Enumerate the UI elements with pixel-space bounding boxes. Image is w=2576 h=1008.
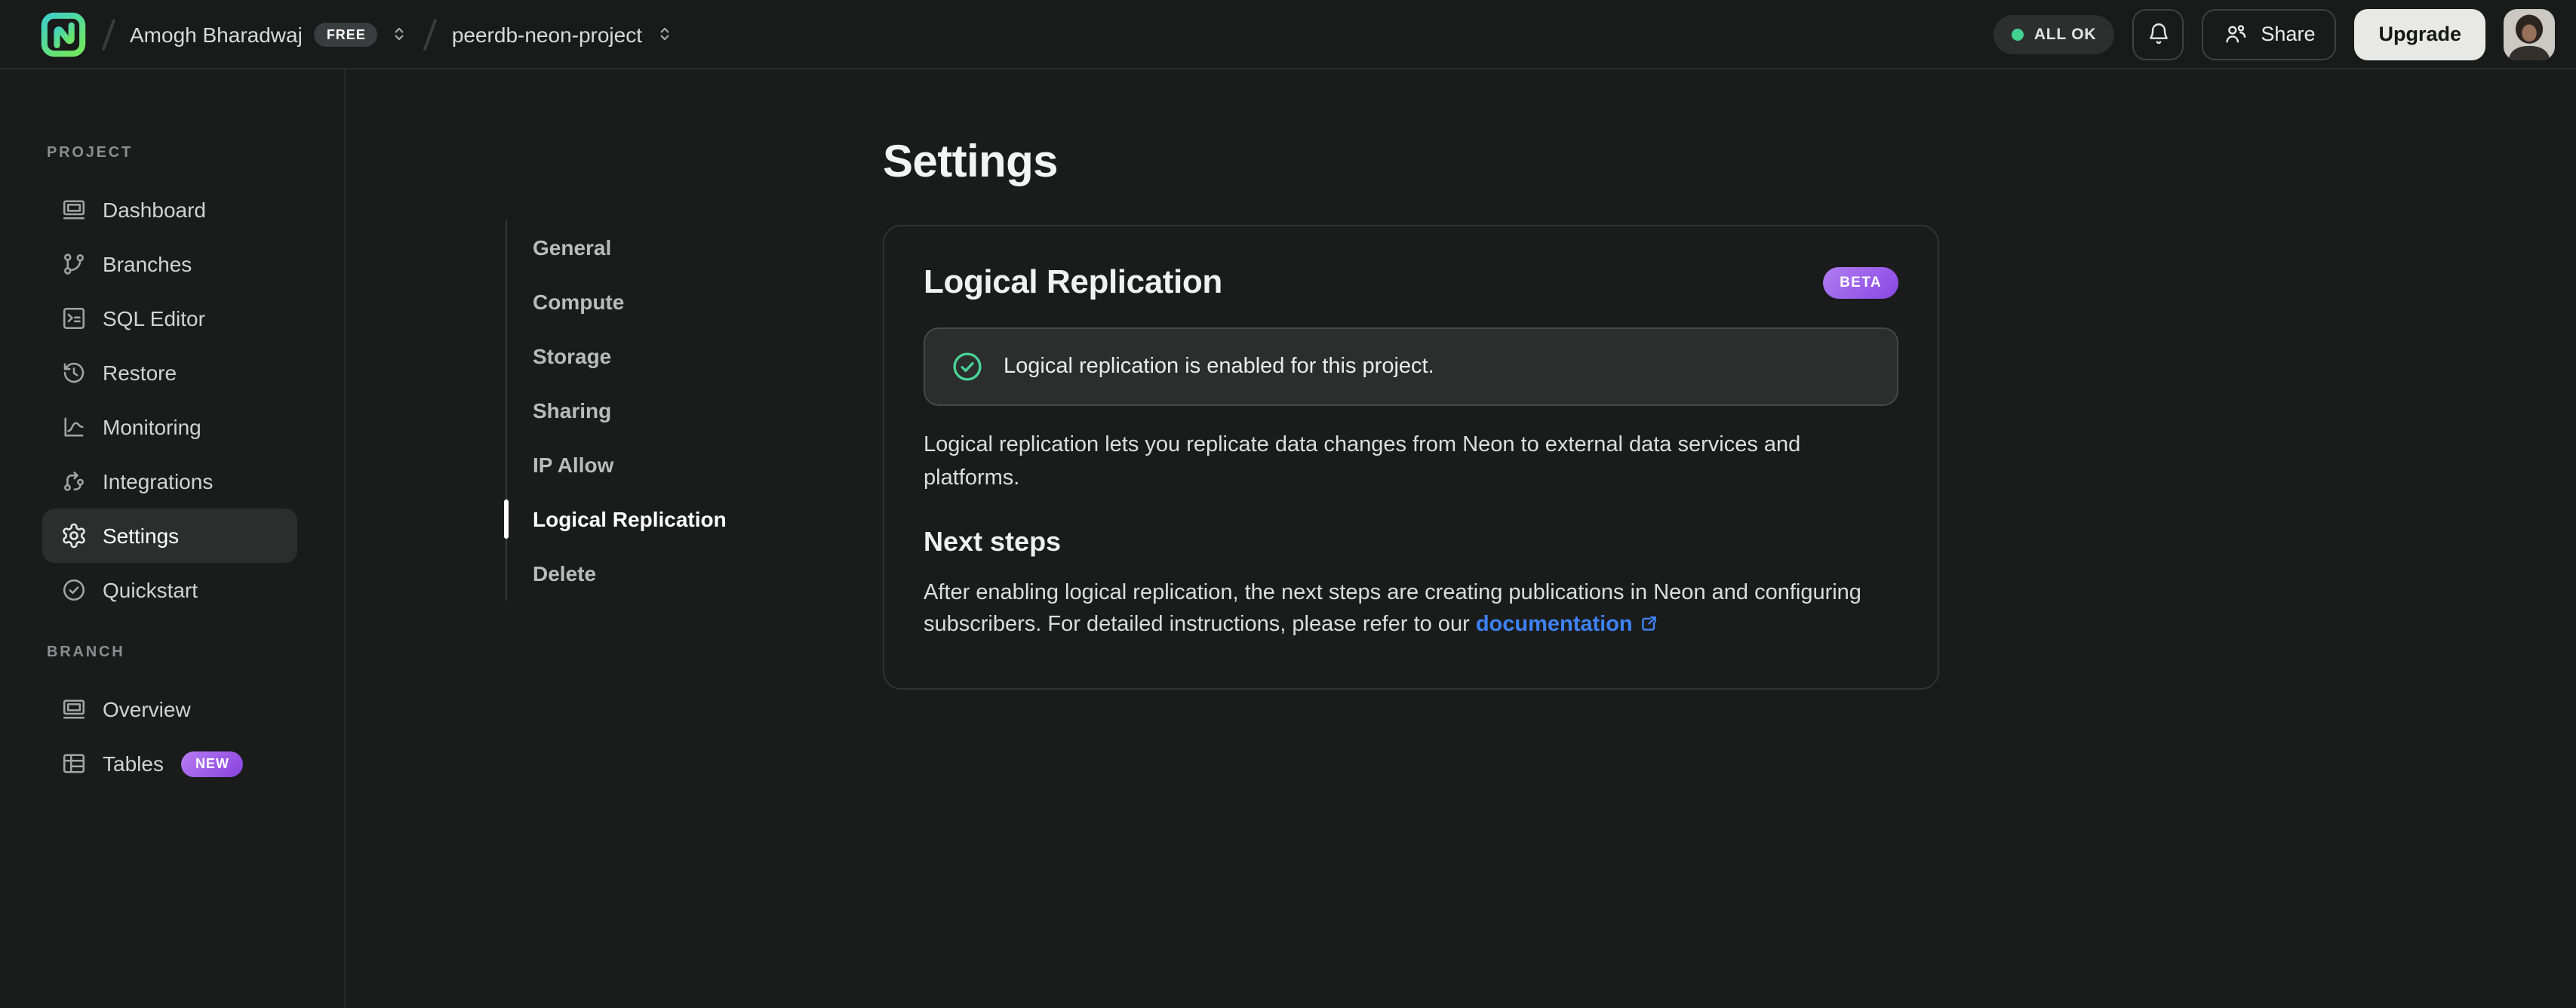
neon-console: Amogh Bharadwaj FREE peerdb-neon-project xyxy=(0,0,2576,1008)
chevron-up-down-icon xyxy=(390,24,410,44)
table-icon xyxy=(60,750,88,777)
card-title: Logical Replication xyxy=(924,263,1222,300)
new-badge: NEW xyxy=(181,751,243,776)
sidebar-item-monitoring[interactable]: Monitoring xyxy=(42,400,297,454)
settings-nav-logical-replication[interactable]: Logical Replication xyxy=(504,492,785,546)
check-circle-icon xyxy=(60,576,88,604)
sidebar-item-tables[interactable]: Tables NEW xyxy=(42,736,297,791)
sidebar-item-overview[interactable]: Overview xyxy=(42,682,297,736)
plan-badge: FREE xyxy=(314,22,378,46)
history-clock-icon xyxy=(60,359,88,386)
topbar: Amogh Bharadwaj FREE peerdb-neon-project xyxy=(0,0,2576,69)
share-button[interactable]: Share xyxy=(2202,8,2337,60)
project-switcher[interactable]: peerdb-neon-project xyxy=(452,22,674,46)
notifications-button[interactable] xyxy=(2132,8,2184,60)
upgrade-button[interactable]: Upgrade xyxy=(2354,8,2485,60)
card-description: Logical replication lets you replicate d… xyxy=(924,433,1801,490)
settings-nav-compute[interactable]: Compute xyxy=(507,275,785,329)
bell-icon xyxy=(2145,21,2171,47)
dashboard-window-icon xyxy=(60,196,88,223)
page-title: Settings xyxy=(883,137,1059,187)
main-content: Settings Logical Replication BETA Logica… xyxy=(883,69,1939,1008)
status-indicator[interactable]: ALL OK xyxy=(1993,14,2115,54)
breadcrumb-slash xyxy=(423,17,438,51)
sidebar-item-branches[interactable]: Branches xyxy=(42,237,297,291)
sidebar-item-settings[interactable]: Settings xyxy=(42,509,297,563)
project-nav: Dashboard Branches SQL Editor Restore Mo… xyxy=(0,183,344,617)
breadcrumb-slash xyxy=(101,17,116,51)
dashboard-window-icon xyxy=(60,696,88,723)
project-name: peerdb-neon-project xyxy=(451,22,643,46)
people-icon xyxy=(2223,21,2249,47)
chevron-up-down-icon xyxy=(654,24,674,44)
sidebar-item-integrations[interactable]: Integrations xyxy=(42,454,297,509)
sidebar-item-restore[interactable]: Restore xyxy=(42,346,297,400)
branch-nav: Overview Tables NEW xyxy=(0,682,344,791)
settings-nav-general[interactable]: General xyxy=(507,220,785,275)
user-avatar[interactable] xyxy=(2504,8,2555,60)
topbar-actions: ALL OK Share Upgrade xyxy=(1993,8,2555,60)
settings-nav-ip-allow[interactable]: IP Allow xyxy=(507,438,785,492)
line-chart-icon xyxy=(60,413,88,441)
breadcrumb: Amogh Bharadwaj FREE peerdb-neon-project xyxy=(39,10,674,58)
settings-nav-storage[interactable]: Storage xyxy=(507,329,785,383)
card-header: Logical Replication BETA xyxy=(924,263,1898,302)
external-link-icon xyxy=(1639,613,1658,647)
workflow-icon xyxy=(60,468,88,495)
neon-logo[interactable] xyxy=(39,10,88,58)
sidebar-item-sql-editor[interactable]: SQL Editor xyxy=(42,291,297,346)
status-label: ALL OK xyxy=(2033,25,2097,43)
status-alert: Logical replication is enabled for this … xyxy=(924,327,1898,406)
settings-nav-delete[interactable]: Delete xyxy=(507,546,785,601)
terminal-icon xyxy=(60,305,88,332)
user-avatar-photo xyxy=(2504,8,2555,60)
sidebar-item-dashboard[interactable]: Dashboard xyxy=(42,183,297,237)
check-circle-icon xyxy=(951,350,984,383)
beta-badge: BETA xyxy=(1823,266,1898,298)
gear-icon xyxy=(60,522,88,549)
settings-nav: General Compute Storage Sharing IP Allow… xyxy=(504,69,785,1008)
git-branch-icon xyxy=(60,250,88,278)
settings-nav-sharing[interactable]: Sharing xyxy=(507,383,785,438)
logical-replication-card: Logical Replication BETA Logical replica… xyxy=(883,225,1939,690)
next-steps-paragraph: After enabling logical replication, the … xyxy=(924,577,1898,646)
documentation-link[interactable]: documentation xyxy=(1476,613,1633,638)
sidebar: PROJECT Dashboard Branches SQL Editor Re… xyxy=(0,69,346,1008)
sidebar-section-branch: BRANCH xyxy=(47,644,125,661)
app-body: PROJECT Dashboard Branches SQL Editor Re… xyxy=(0,69,2576,1008)
share-label: Share xyxy=(2261,23,2316,45)
org-switcher[interactable]: Amogh Bharadwaj FREE xyxy=(130,22,410,46)
status-dot xyxy=(2011,28,2024,40)
org-name: Amogh Bharadwaj xyxy=(130,22,303,46)
sidebar-section-project: PROJECT xyxy=(47,145,134,161)
sidebar-item-quickstart[interactable]: Quickstart xyxy=(42,563,297,617)
status-alert-text: Logical replication is enabled for this … xyxy=(1004,355,1434,379)
next-steps-heading: Next steps xyxy=(924,526,1062,556)
